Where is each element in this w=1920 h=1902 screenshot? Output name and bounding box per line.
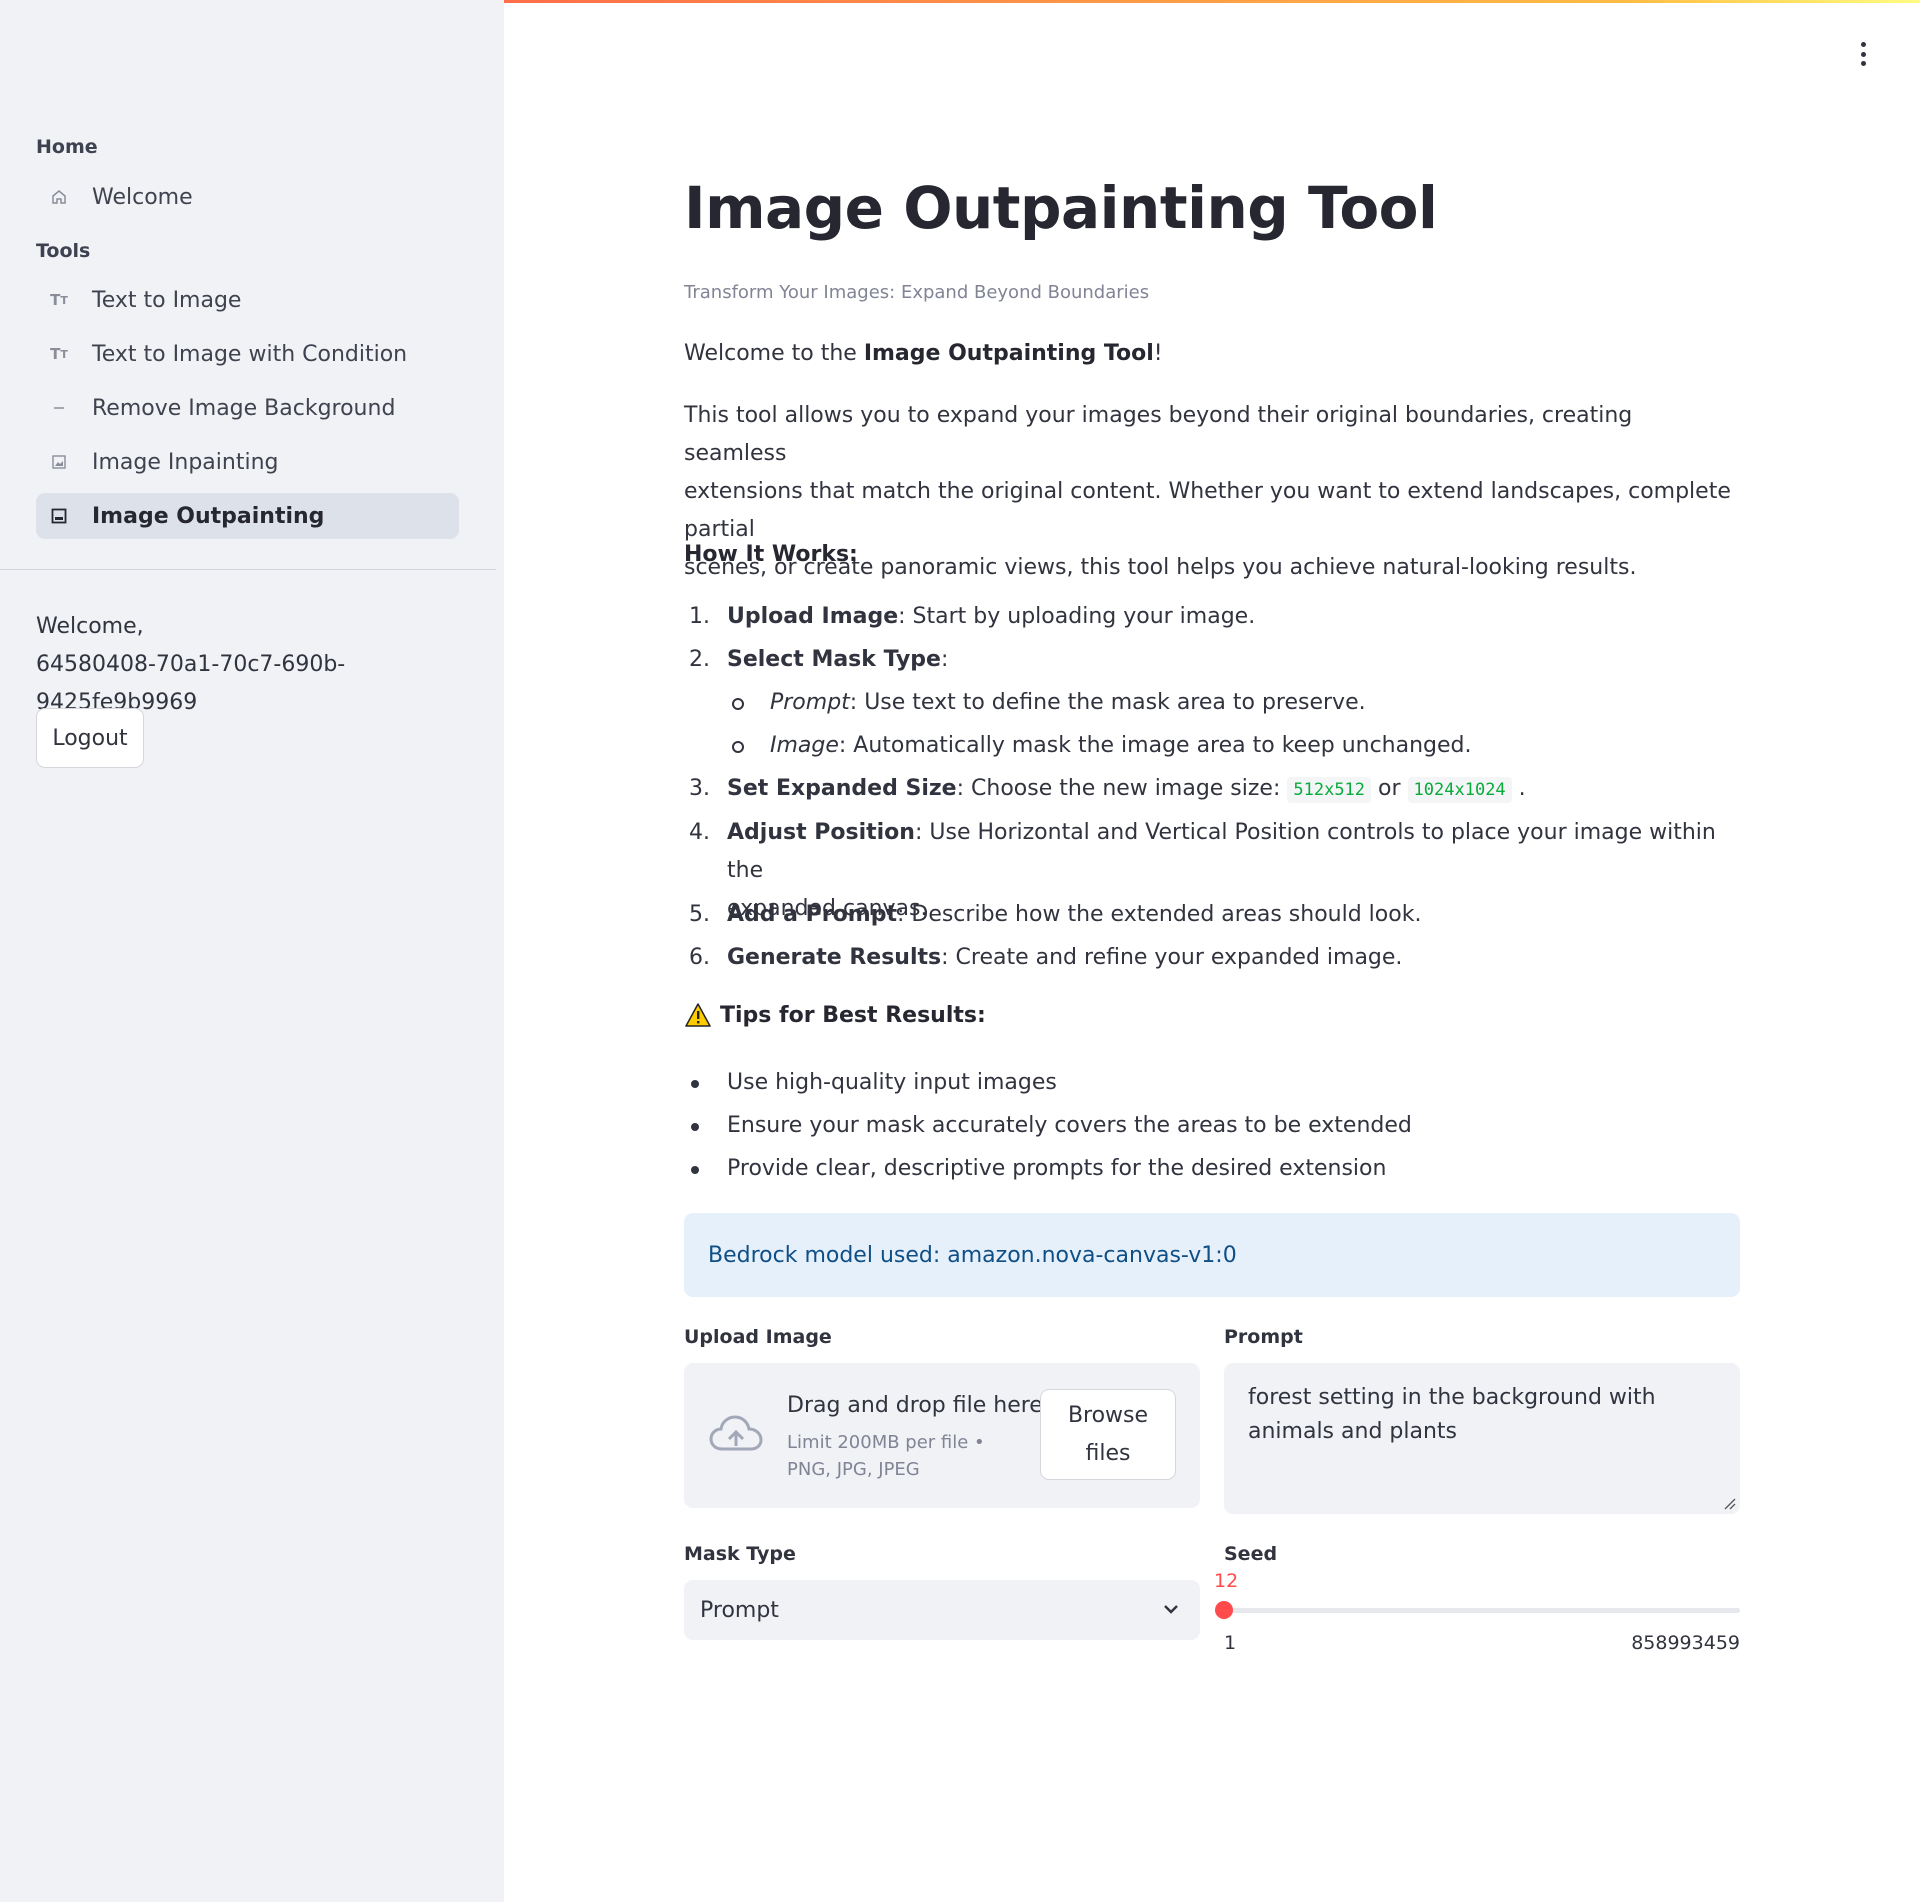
browse-files-button[interactable]: Browse files [1040, 1389, 1176, 1480]
step-text: : Start by uploading your image. [898, 604, 1256, 629]
step-number: 2. [689, 647, 710, 672]
page-title: Image Outpainting Tool [684, 174, 1438, 242]
home-icon [48, 189, 70, 205]
sidebar-item-text-to-image[interactable]: TT Text to Image [36, 277, 459, 323]
image-frame-icon [48, 508, 70, 524]
step-title: Select Mask Type [727, 647, 941, 672]
step-number: 3. [689, 776, 710, 801]
tip-item: Ensure your mask accurately covers the a… [684, 1107, 1412, 1145]
welcome-label: Welcome, [36, 614, 144, 639]
browse-line: files [1085, 1440, 1131, 1466]
sidebar-item-text-to-image-condition[interactable]: TT Text to Image with Condition [36, 331, 459, 377]
tip-item: Provide clear, descriptive prompts for t… [684, 1150, 1386, 1188]
step-title: Set Expanded Size [727, 776, 957, 801]
prompt-value: forest setting in the background with an… [1248, 1385, 1656, 1444]
size-code-1024: 1024x1024 [1407, 777, 1512, 803]
user-welcome: Welcome, 64580408-70a1-70c7-690b-9425fe9… [36, 608, 504, 722]
step-number: 6. [689, 945, 710, 970]
intro-prefix: Welcome to the [684, 341, 864, 366]
resize-handle-icon[interactable] [1722, 1496, 1736, 1510]
sidebar-item-image-outpainting[interactable]: Image Outpainting [36, 493, 459, 539]
step-number: 5. [689, 902, 710, 927]
seed-slider-thumb[interactable] [1215, 1601, 1233, 1619]
seed-label: Seed [1224, 1543, 1278, 1565]
description-line: This tool allows you to expand your imag… [684, 403, 1633, 466]
mask-type-name: Prompt [770, 690, 850, 715]
tip-item: Use high-quality input images [684, 1064, 1057, 1102]
step-item: 2. Select Mask Type: [684, 641, 1740, 679]
info-alert: Bedrock model used: amazon.nova-canvas-v… [684, 1213, 1740, 1297]
seed-value: 12 [1214, 1570, 1239, 1592]
step-title: Generate Results [727, 945, 942, 970]
seed-slider-track[interactable] [1224, 1608, 1740, 1613]
sidebar-item-label: Image Outpainting [92, 503, 325, 529]
mask-type-selected: Prompt [700, 1597, 779, 1623]
mask-type-text: : Use text to define the mask area to pr… [849, 690, 1366, 715]
sidebar-item-label: Text to Image with Condition [92, 341, 408, 367]
file-dropzone[interactable]: Drag and drop file here Limit 200MB per … [684, 1363, 1200, 1508]
step-title: Add a Prompt [727, 902, 897, 927]
prompt-label: Prompt [1224, 1326, 1303, 1348]
mask-type-item: Image: Automatically mask the image area… [727, 727, 1472, 765]
main-menu-icon[interactable] [1854, 42, 1872, 66]
sidebar-item-label: Text to Image [92, 287, 242, 313]
dash-icon [48, 401, 70, 415]
warning-icon [685, 1003, 711, 1027]
text-size-icon: TT [50, 291, 68, 309]
mask-type-name: Image [770, 733, 839, 758]
sidebar-divider [0, 569, 496, 570]
mask-type-item: Prompt: Use text to define the mask area… [727, 684, 1366, 722]
tips-heading-text: Tips for Best Results: [720, 1002, 986, 1028]
step-text: : Create and refine your expanded image. [941, 945, 1403, 970]
sidebar: Home Welcome Tools TT Text to Image TT T… [0, 0, 504, 1902]
step-text: : [940, 647, 949, 672]
seed-min: 1 [1224, 1632, 1237, 1654]
step-number: 1. [689, 604, 710, 629]
sidebar-item-welcome[interactable]: Welcome [36, 174, 459, 220]
sidebar-item-label: Welcome [92, 184, 193, 210]
chevron-down-icon [1164, 1605, 1178, 1614]
step-or: or [1378, 776, 1401, 801]
step-text: : Describe how the extended areas should… [896, 902, 1422, 927]
intro-text: Welcome to the Image Outpainting Tool! [684, 335, 1740, 373]
intro-bold: Image Outpainting Tool [863, 341, 1154, 366]
text-size-icon: TT [50, 345, 68, 363]
sidebar-item-remove-background[interactable]: Remove Image Background [36, 385, 459, 431]
upload-label: Upload Image [684, 1326, 832, 1348]
sidebar-item-label: Image Inpainting [92, 449, 279, 475]
sidebar-section-home: Home [36, 136, 98, 158]
logout-button[interactable]: Logout [36, 708, 144, 768]
mask-type-select[interactable]: Prompt [684, 1580, 1200, 1640]
sidebar-item-label: Remove Image Background [92, 395, 396, 421]
page-subtitle: Transform Your Images: Expand Beyond Bou… [684, 282, 1150, 303]
step-item: 1. Upload Image: Start by uploading your… [684, 598, 1740, 636]
step-item: 5. Add a Prompt: Describe how the extend… [684, 896, 1740, 934]
browse-line: Browse [1067, 1402, 1149, 1428]
seed-max: 858993459 [1631, 1632, 1740, 1654]
step-title: Upload Image [727, 604, 899, 629]
tips-heading: Tips for Best Results: [684, 1002, 986, 1028]
upload-limit-text: Limit 200MB per file • PNG, JPG, JPEG [787, 1432, 985, 1480]
step-item: 3. Set Expanded Size: Choose the new ima… [684, 770, 1740, 809]
image-icon [48, 454, 70, 470]
step-title: Adjust Position [727, 820, 915, 845]
intro-suffix: ! [1153, 341, 1163, 366]
step-text: : Choose the new image size: [956, 776, 1288, 801]
mask-type-text: : Automatically mask the image area to k… [838, 733, 1472, 758]
size-code-512: 512x512 [1287, 777, 1372, 803]
mask-type-label: Mask Type [684, 1543, 796, 1565]
step-item: 6. Generate Results: Create and refine y… [684, 939, 1740, 977]
upload-drag-text: Drag and drop file here [787, 1393, 1043, 1418]
sidebar-section-tools: Tools [36, 240, 91, 262]
how-it-works-heading: How It Works: [684, 542, 858, 567]
sidebar-item-image-inpainting[interactable]: Image Inpainting [36, 439, 459, 485]
step-end: . [1518, 776, 1526, 801]
step-number: 4. [689, 820, 710, 845]
cloud-upload-icon [709, 1415, 763, 1451]
prompt-textarea[interactable]: forest setting in the background with an… [1224, 1363, 1740, 1514]
